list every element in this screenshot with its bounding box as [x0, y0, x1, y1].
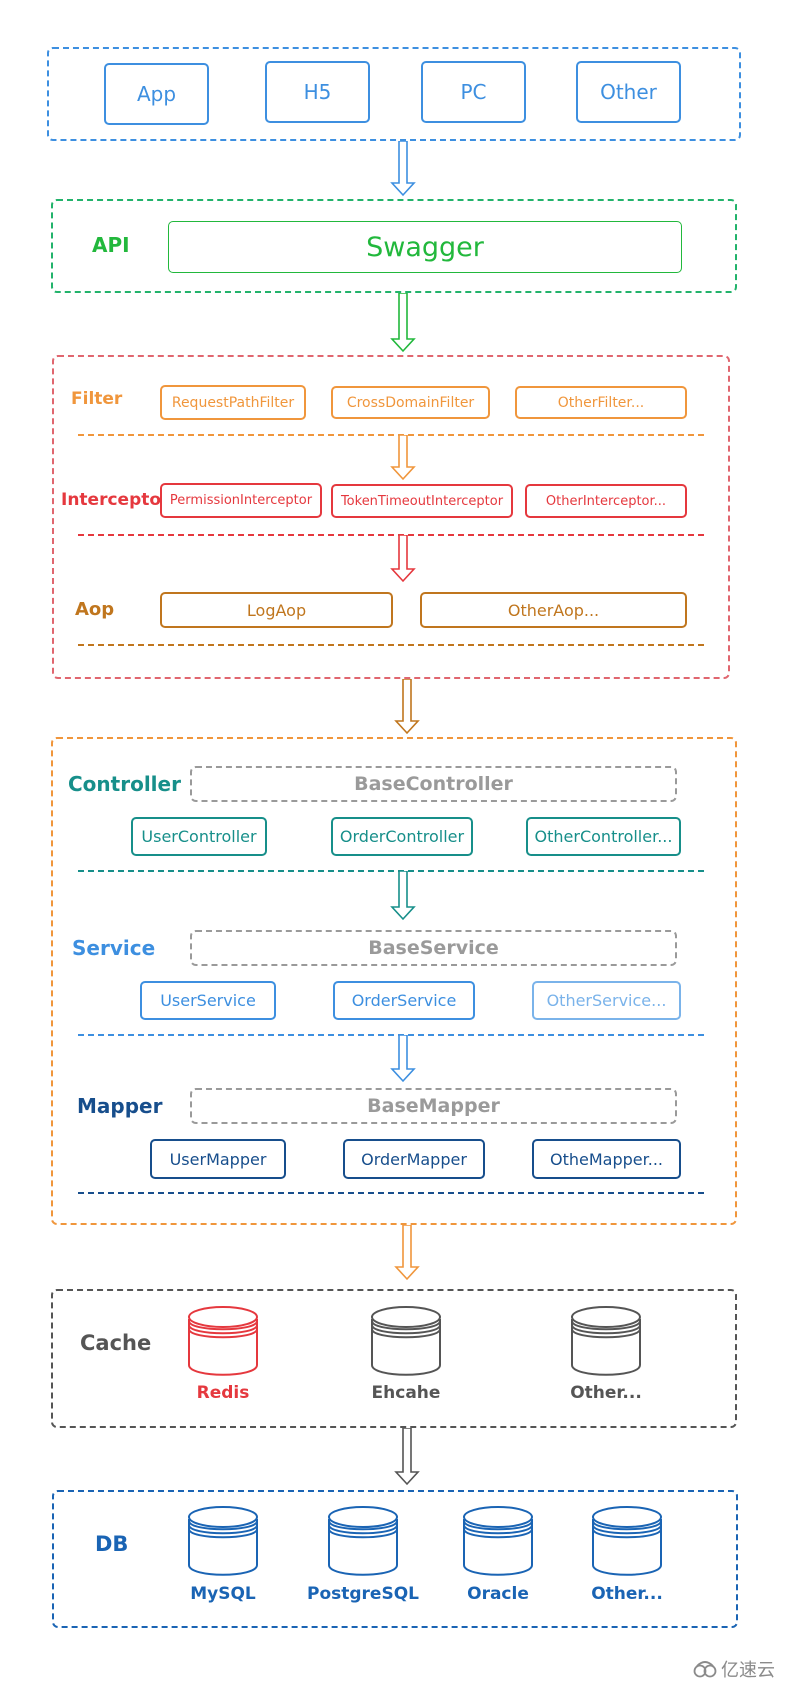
- filter-other: OtherFilter...: [515, 386, 687, 419]
- arrow-down-icon: [394, 679, 420, 735]
- database-icon: [569, 1305, 643, 1381]
- controller-user: UserController: [131, 817, 267, 856]
- base-controller-label: BaseController: [354, 773, 513, 795]
- interceptor-token-timeout-label: TokenTimeoutInterceptor: [340, 493, 504, 509]
- controller-order-label: OrderController: [339, 827, 465, 846]
- interceptor-other: OtherInterceptor...: [525, 484, 687, 518]
- cache-item-label: Ehcahe: [371, 1383, 441, 1403]
- cache-item-label: Redis: [196, 1383, 250, 1403]
- client-h5: H5: [265, 61, 370, 123]
- database-icon: [369, 1305, 443, 1381]
- controller-label: Controller: [68, 772, 181, 796]
- controller-user-label: UserController: [141, 827, 257, 846]
- api-label: API: [92, 233, 130, 257]
- base-mapper: BaseMapper: [190, 1088, 677, 1124]
- arrow-down-icon: [390, 435, 416, 481]
- watermark: 亿速云: [692, 1656, 775, 1682]
- db-item-label: Other...: [591, 1584, 663, 1604]
- arrow-down-icon: [390, 535, 416, 583]
- aop-label: Aop: [75, 599, 115, 620]
- interceptor-permission-label: PermissionInterceptor: [169, 493, 313, 508]
- database-icon: [186, 1505, 260, 1581]
- filter-cross-domain-label: CrossDomainFilter: [346, 394, 475, 411]
- db-item-label: PostgreSQL: [307, 1584, 419, 1604]
- cloud-logo-icon: [693, 1661, 717, 1678]
- client-app-label: App: [136, 82, 177, 106]
- swagger-box: Swagger: [168, 221, 682, 273]
- service-label: Service: [72, 936, 156, 960]
- service-order: OrderService: [333, 981, 475, 1020]
- database-icon: [461, 1505, 535, 1581]
- client-pc: PC: [421, 61, 526, 123]
- cache-item-label: Other...: [570, 1383, 642, 1403]
- mapper-label: Mapper: [77, 1094, 163, 1118]
- controller-other-label: OtherController...: [534, 827, 673, 846]
- mapper-user-label: UserMapper: [169, 1149, 267, 1169]
- interceptor-label: Interceptor: [61, 490, 170, 510]
- filter-other-label: OtherFilter...: [557, 394, 645, 411]
- controller-order: OrderController: [331, 817, 473, 856]
- aop-divider: [78, 644, 704, 646]
- client-other-label: Other: [600, 80, 657, 104]
- arrow-down-icon: [390, 141, 416, 197]
- arrow-down-icon: [390, 1035, 416, 1083]
- service-other: OtherService...: [532, 981, 681, 1020]
- database-icon: [326, 1505, 400, 1581]
- interceptor-token-timeout: TokenTimeoutInterceptor: [331, 484, 513, 518]
- database-icon: [590, 1505, 664, 1581]
- client-pc-label: PC: [460, 80, 487, 104]
- service-user-label: UserService: [160, 991, 256, 1010]
- mapper-other: OtheMapper...: [532, 1139, 681, 1179]
- interceptor-permission: PermissionInterceptor: [160, 483, 322, 518]
- mapper-divider: [78, 1192, 704, 1194]
- arrow-down-icon: [390, 293, 416, 353]
- service-other-label: OtherService...: [546, 991, 667, 1010]
- arrow-down-icon: [394, 1428, 420, 1486]
- base-controller: BaseController: [190, 766, 677, 802]
- arrow-down-icon: [394, 1225, 420, 1281]
- db-item-label: MySQL: [190, 1584, 256, 1604]
- db-label: DB: [95, 1532, 129, 1556]
- cache-label: Cache: [80, 1331, 152, 1355]
- filter-request-path: RequestPathFilter: [160, 385, 306, 420]
- swagger-label: Swagger: [366, 231, 484, 263]
- service-user: UserService: [140, 981, 276, 1020]
- database-icon: [186, 1305, 260, 1381]
- filter-cross-domain: CrossDomainFilter: [331, 386, 490, 419]
- aop-log-label: LogAop: [246, 600, 307, 620]
- arrow-down-icon: [390, 871, 416, 921]
- aop-other: OtherAop...: [420, 592, 687, 628]
- client-app: App: [104, 63, 209, 125]
- filter-label: Filter: [71, 389, 123, 409]
- filter-request-path-label: RequestPathFilter: [171, 394, 295, 411]
- mapper-user: UserMapper: [150, 1139, 286, 1179]
- base-service-label: BaseService: [368, 937, 499, 959]
- base-service: BaseService: [190, 930, 677, 966]
- mapper-order-label: OrderMapper: [361, 1149, 467, 1169]
- aop-log: LogAop: [160, 592, 393, 628]
- base-mapper-label: BaseMapper: [367, 1095, 500, 1117]
- client-other: Other: [576, 61, 681, 123]
- aop-other-label: OtherAop...: [507, 600, 600, 620]
- db-item-label: Oracle: [467, 1584, 529, 1604]
- client-h5-label: H5: [303, 80, 332, 104]
- mapper-other-label: OtheMapper...: [550, 1149, 663, 1169]
- service-order-label: OrderService: [351, 991, 457, 1010]
- mapper-order: OrderMapper: [343, 1139, 485, 1179]
- controller-other: OtherController...: [526, 817, 681, 856]
- watermark-text: 亿速云: [721, 1660, 775, 1681]
- interceptor-other-label: OtherInterceptor...: [545, 493, 667, 509]
